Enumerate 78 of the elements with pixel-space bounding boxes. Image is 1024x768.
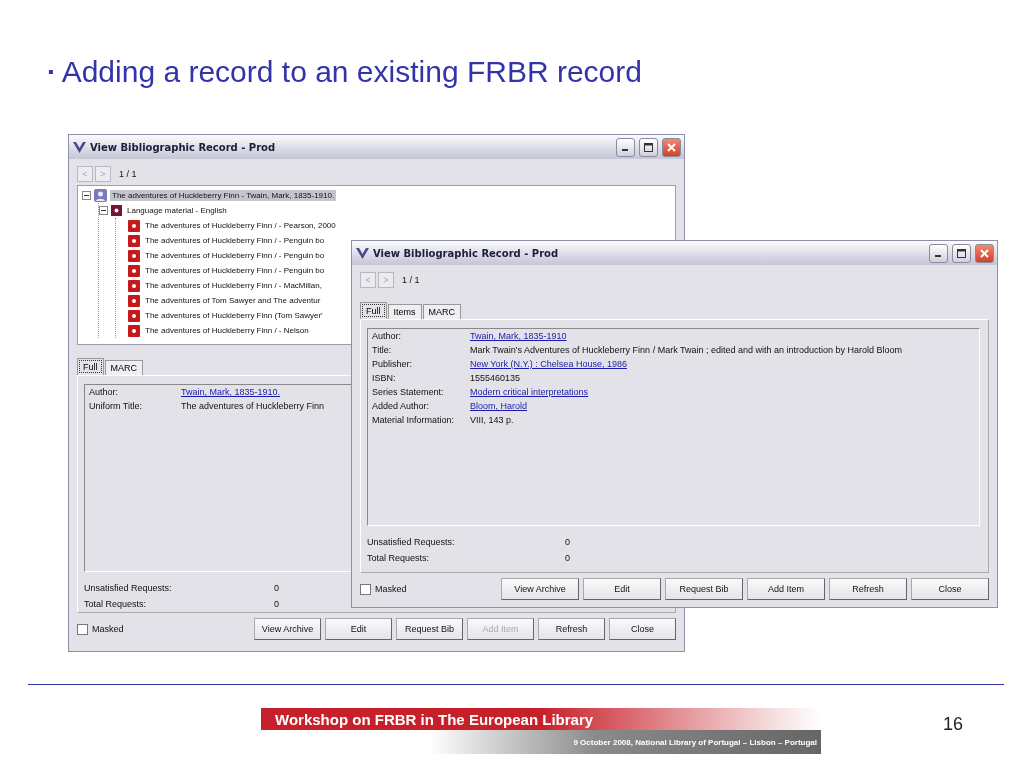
- slide-title: Adding a record to an existing FRBR record: [61, 55, 642, 89]
- field-value: The adventures of Huckleberry Finn: [181, 401, 325, 413]
- action-button[interactable]: Close: [609, 618, 676, 640]
- checkmark-logo-icon: [356, 247, 369, 259]
- action-button[interactable]: Refresh: [538, 618, 605, 640]
- field-value: Mark Twain's Adventures of Huckleberry Finn / Mark Twain ; edited and with an introduction by Harold Bloom: [470, 345, 903, 357]
- checkbox-label: Masked: [92, 624, 125, 634]
- close-button[interactable]: [975, 243, 994, 263]
- maximize-button[interactable]: [639, 137, 658, 157]
- action-button[interactable]: Request Bib: [396, 618, 463, 640]
- tab[interactable]: Full: [360, 302, 387, 319]
- action-button[interactable]: Close: [911, 578, 989, 600]
- action-button[interactable]: View Archive: [501, 578, 579, 600]
- tree-item[interactable]: The adventures of Huckleberry Finn / - Penguin bo: [143, 265, 327, 276]
- minimize-button[interactable]: [929, 243, 948, 263]
- request-label: Total Requests:: [84, 599, 147, 609]
- tab[interactable]: MARC: [104, 360, 143, 375]
- field-label: Author:: [372, 331, 402, 343]
- tree-item[interactable]: The adventures of Huckleberry Finn (Tom Sawyer': [143, 310, 325, 321]
- request-label: Total Requests:: [367, 553, 430, 563]
- tab[interactable]: Full: [77, 358, 104, 375]
- field-label: Material Information:: [372, 415, 455, 427]
- field-label: Uniform Title:: [89, 401, 142, 413]
- tree-item[interactable]: The adventures of Huckleberry Finn - Twain, Mark, 1835-1910.: [110, 190, 337, 201]
- tree-item[interactable]: The adventures of Huckleberry Finn / - Penguin bo: [143, 250, 327, 261]
- field-link[interactable]: New York (N.Y.) : Chelsea House, 1986: [470, 359, 627, 373]
- tab[interactable]: MARC: [422, 304, 462, 319]
- action-button[interactable]: Edit: [583, 578, 661, 600]
- people-icon: [94, 189, 107, 202]
- collapse-icon[interactable]: [99, 206, 108, 215]
- tree-item[interactable]: The adventures of Huckleberry Finn / - Pearson, 2000: [143, 220, 338, 231]
- request-count: 0: [565, 553, 570, 563]
- tab[interactable]: Items: [387, 304, 422, 319]
- tree-item[interactable]: Language material - English: [125, 205, 229, 216]
- field-label: Series Statement:: [372, 387, 444, 399]
- record-counter: 1 / 1: [402, 275, 420, 285]
- masked-checkbox[interactable]: [360, 583, 371, 595]
- record-counter: 1 / 1: [119, 169, 137, 179]
- field-label: ISBN:: [372, 373, 396, 385]
- field-value: 1555460135: [470, 373, 521, 385]
- page-number: 16: [943, 714, 964, 735]
- field-label: Author:: [89, 387, 119, 399]
- checkmark-logo-icon: [73, 141, 86, 153]
- maximize-icon: [957, 248, 966, 258]
- close-icon: [667, 142, 676, 152]
- maximize-icon: [644, 142, 653, 152]
- request-count: 0: [274, 599, 279, 609]
- field-label: Publisher:: [372, 359, 413, 371]
- field-link[interactable]: Bloom, Harold: [470, 401, 528, 415]
- field-link[interactable]: Modern critical interpretations: [470, 387, 589, 401]
- maximize-button[interactable]: [952, 243, 971, 263]
- request-label: Unsatisfied Requests:: [367, 537, 455, 547]
- action-button[interactable]: Request Bib: [665, 578, 743, 600]
- tree-item[interactable]: The adventures of Tom Sawyer and The adventur: [143, 295, 323, 306]
- request-label: Unsatisfied Requests:: [84, 583, 172, 593]
- action-button[interactable]: Refresh: [829, 578, 907, 600]
- action-button[interactable]: View Archive: [254, 618, 321, 640]
- checkbox-label: Masked: [375, 584, 408, 594]
- close-button[interactable]: [662, 137, 681, 157]
- field-label: Title:: [372, 345, 392, 357]
- request-count: 0: [565, 537, 570, 547]
- field-link[interactable]: Twain, Mark, 1835-1910: [470, 331, 567, 345]
- action-button[interactable]: Add Item: [747, 578, 825, 600]
- request-count: 0: [274, 583, 279, 593]
- masked-checkbox[interactable]: [77, 623, 88, 635]
- tree-item[interactable]: The adventures of Huckleberry Finn / - MacMillan,: [143, 280, 324, 291]
- bullet-mark: ▪: [48, 63, 54, 81]
- window-title: View Bibliographic Record - Prod: [373, 247, 560, 259]
- field-link[interactable]: Twain, Mark, 1835-1910.: [181, 387, 281, 401]
- field-value: VIII, 143 p.: [470, 415, 514, 427]
- tree-item[interactable]: The adventures of Huckleberry Finn / - Nelson: [143, 325, 311, 336]
- minimize-button[interactable]: [616, 137, 635, 157]
- collapse-icon[interactable]: [82, 191, 91, 200]
- action-button[interactable]: Edit: [325, 618, 392, 640]
- field-label: Added Author:: [372, 401, 430, 413]
- window-title: View Bibliographic Record - Prod: [90, 141, 277, 153]
- close-icon: [980, 248, 989, 258]
- tree-item[interactable]: The adventures of Huckleberry Finn / - Penguin bo: [143, 235, 327, 246]
